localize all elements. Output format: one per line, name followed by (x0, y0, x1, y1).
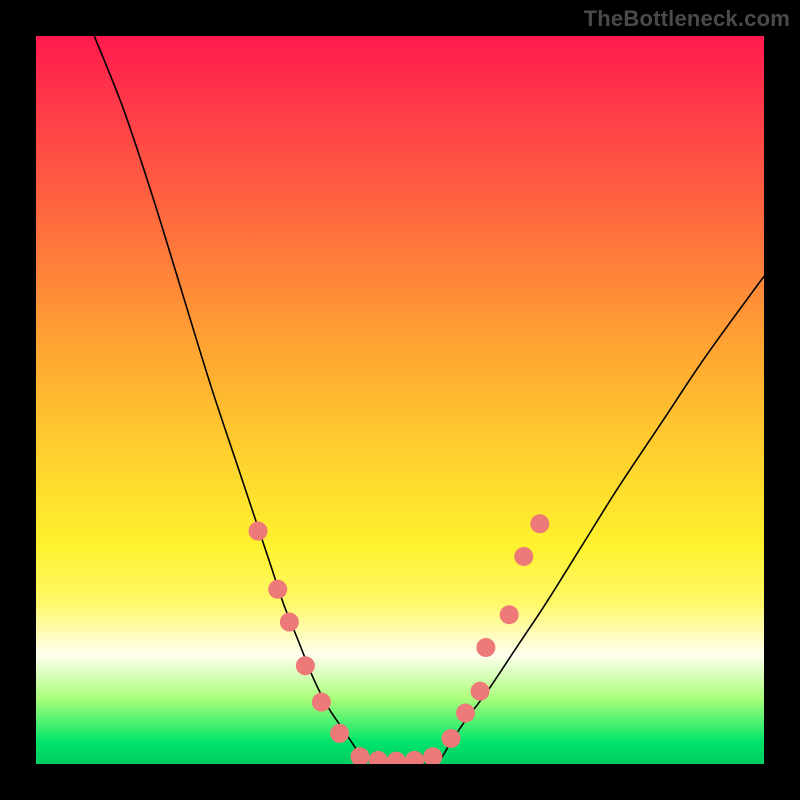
marker-point (530, 514, 549, 533)
marker-point (249, 522, 268, 541)
marker-point (280, 613, 299, 632)
curve-path (94, 36, 764, 764)
marker-point (500, 605, 519, 624)
marker-point (350, 747, 369, 764)
marker-point (405, 751, 424, 764)
marker-point (312, 693, 331, 712)
marker-point (441, 729, 460, 748)
marker-point (268, 580, 287, 599)
chart-svg (36, 36, 764, 764)
marker-point (296, 656, 315, 675)
data-markers (249, 514, 550, 764)
watermark-text: TheBottleneck.com (584, 6, 790, 32)
marker-point (330, 724, 349, 743)
marker-point (456, 704, 475, 723)
marker-point (423, 747, 442, 764)
bottleneck-curve (94, 36, 764, 764)
marker-point (387, 752, 406, 764)
chart-frame: TheBottleneck.com (0, 0, 800, 800)
plot-area (36, 36, 764, 764)
marker-point (514, 547, 533, 566)
marker-point (471, 682, 490, 701)
marker-point (369, 751, 388, 764)
marker-point (476, 638, 495, 657)
